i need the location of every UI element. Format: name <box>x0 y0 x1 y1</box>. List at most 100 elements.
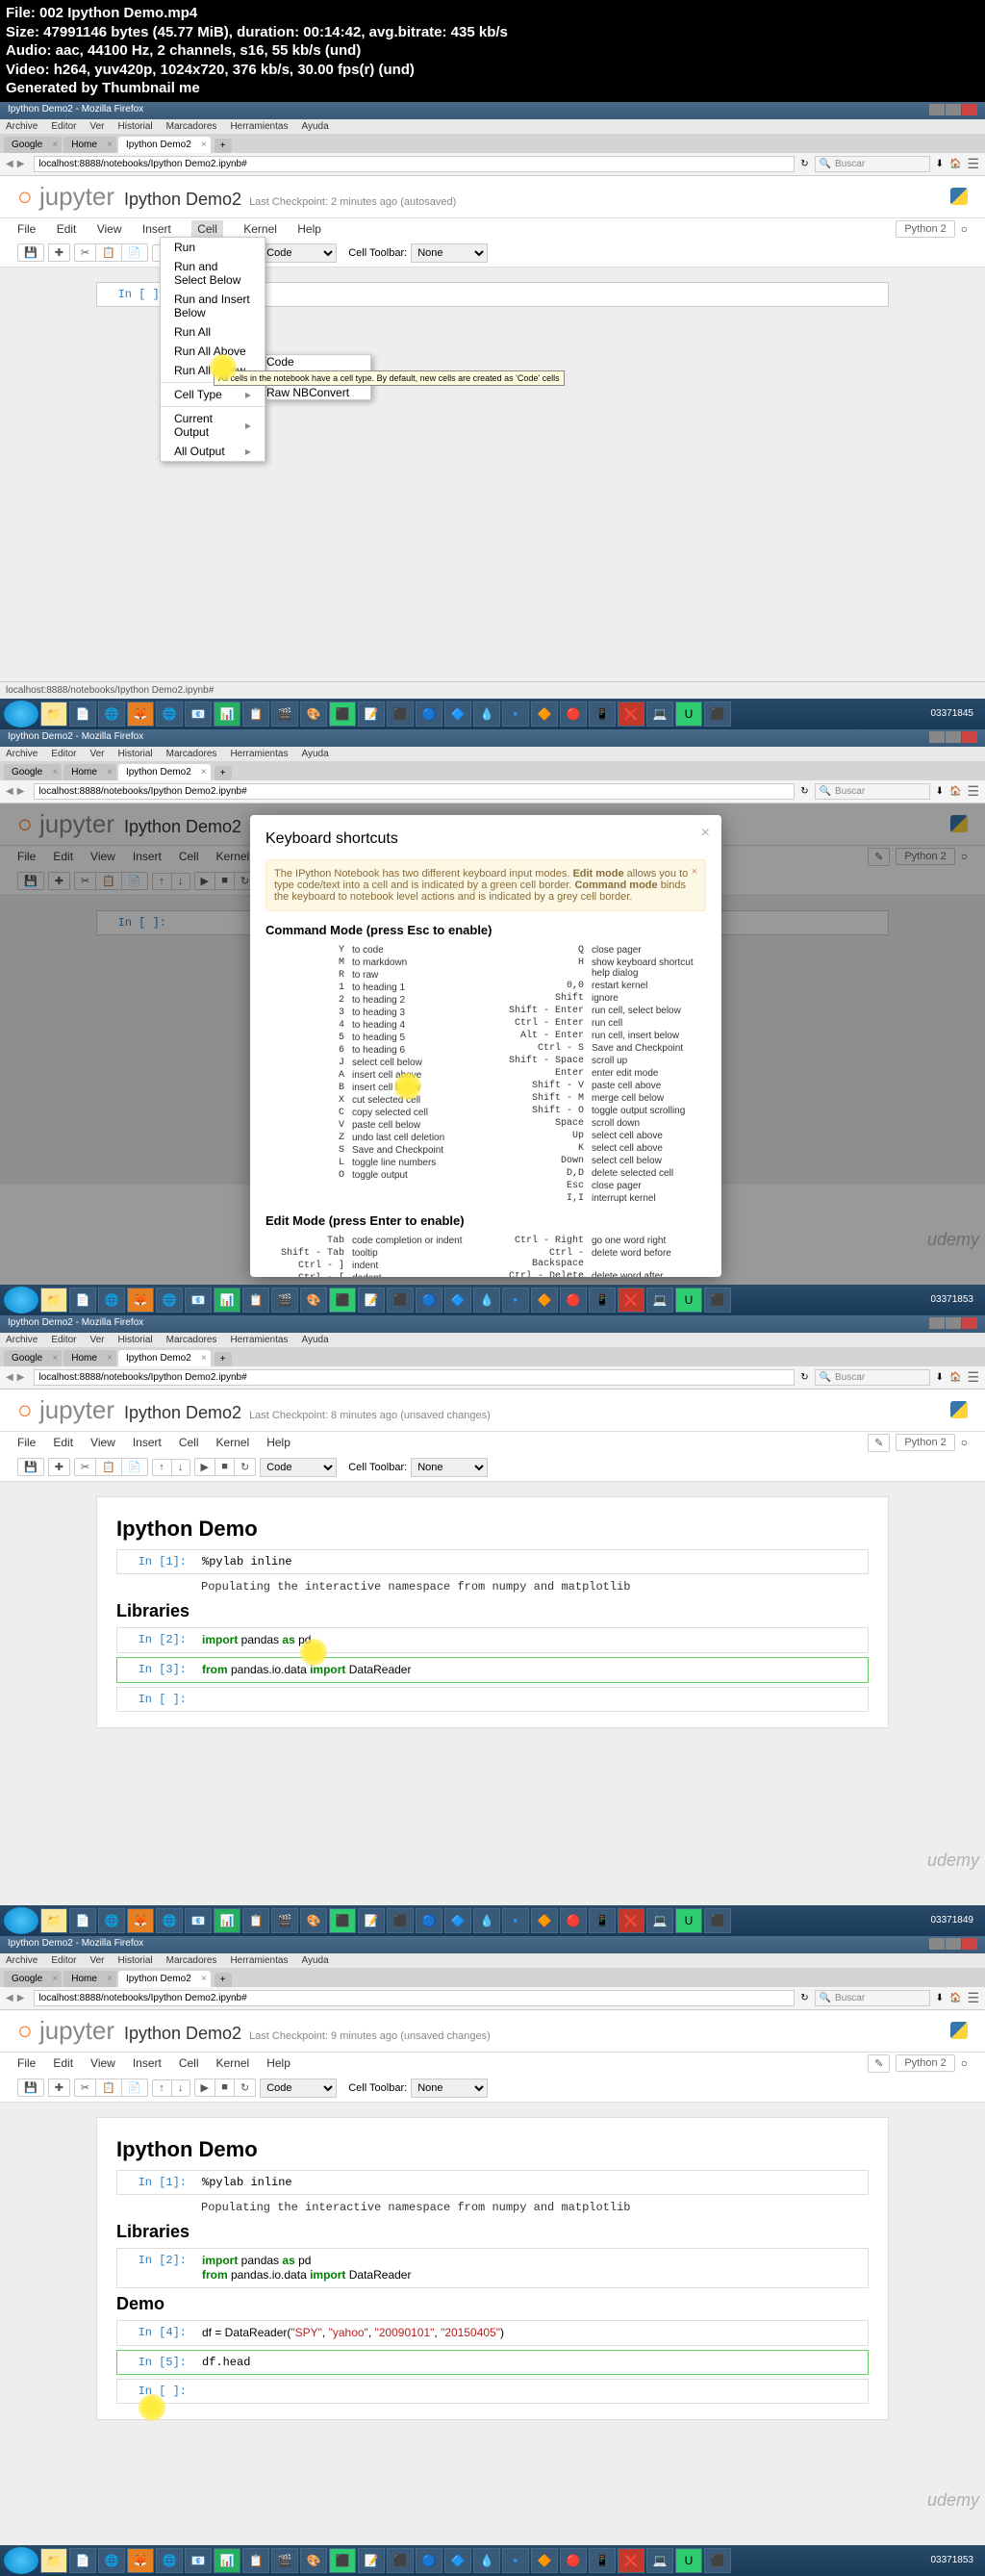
menu-run[interactable]: Run <box>161 238 265 257</box>
taskbar-item[interactable]: 🎨 <box>300 701 327 727</box>
taskbar-item[interactable]: 🔶 <box>531 701 558 727</box>
window-buttons[interactable] <box>928 104 977 117</box>
home-icon[interactable]: 🏠 <box>949 159 961 169</box>
code-cell[interactable]: In [1]:%pylab inline <box>116 2170 869 2195</box>
nav-arrows[interactable]: ◀▶ <box>6 159 28 169</box>
tab-notebook[interactable]: Ipython Demo2× <box>118 764 211 780</box>
menu-cell-type[interactable]: Cell Type▸ <box>161 385 265 404</box>
taskbar-item[interactable]: 📱 <box>589 701 616 727</box>
taskbar-item[interactable]: 📄 <box>69 701 96 727</box>
shortcut-row: Zundo last cell deletion <box>265 1133 467 1143</box>
paste-button[interactable]: 📄 <box>121 243 148 262</box>
new-tab-button[interactable]: + <box>215 766 232 780</box>
taskbar-item[interactable]: 🌐 <box>98 701 125 727</box>
code-cell[interactable]: In [4]:df = DataReader("SPY", "yahoo", "… <box>116 2320 869 2346</box>
window-titlebar: Ipython Demo2 - Mozilla Firefox <box>0 102 985 119</box>
shortcut-row: Shift - Otoggle output scrolling <box>505 1106 706 1116</box>
code-cell[interactable]: In [ ]: <box>116 2379 869 2404</box>
shortcut-row: Ctrl - Rightgo one word right <box>505 1236 706 1246</box>
shortcut-row: 2to heading 2 <box>265 995 467 1006</box>
copy-button[interactable]: 📋 <box>95 243 121 262</box>
taskbar-item[interactable]: 🌐 <box>156 701 183 727</box>
tab-google[interactable]: Google× <box>4 137 62 153</box>
add-cell-button[interactable]: ✚ <box>48 243 70 262</box>
taskbar: 📁 📄 🌐 🦊 🌐 📧 📊 📋 🎬 🎨 ⬛ 📝 ⬛ 🔵 🔷 💧 🔹 🔶 🔴 📱 … <box>0 699 985 729</box>
url-input[interactable] <box>34 783 795 800</box>
code-cell[interactable]: In [ ]: <box>116 1687 869 1712</box>
taskbar-item[interactable]: ⬛ <box>704 701 731 727</box>
taskbar-item[interactable]: 📊 <box>214 701 240 727</box>
taskbar-item[interactable]: 📋 <box>242 701 269 727</box>
shortcut-row: Shiftignore <box>505 993 706 1004</box>
taskbar-item[interactable]: 🔴 <box>560 701 587 727</box>
code-cell[interactable]: In [1]:%pylab inline <box>116 1549 869 1574</box>
taskbar-item[interactable]: 🎬 <box>271 701 298 727</box>
submenu-code[interactable]: Code <box>266 355 370 369</box>
tab-google[interactable]: Google× <box>4 764 62 780</box>
menu-run-insert-below[interactable]: Run and Insert Below <box>161 290 265 322</box>
browser-tabs: Google× Home× Ipython Demo2× + <box>0 761 985 780</box>
celltoolbar-select[interactable]: None <box>411 243 488 263</box>
menu-file[interactable]: File <box>17 222 36 236</box>
nb-title[interactable]: Ipython Demo2 <box>124 190 241 210</box>
close-icon[interactable]: × <box>701 825 710 842</box>
shortcut-row: Binsert cell below <box>265 1083 467 1093</box>
code-cell[interactable]: In [2]:import pandas as pdfrom pandas.io… <box>116 2248 869 2288</box>
code-cell[interactable]: In [2]:import pandas as pd <box>116 1627 869 1653</box>
taskbar-item[interactable]: U <box>675 701 702 727</box>
cut-button[interactable]: ✂ <box>74 243 95 262</box>
menu-all-output[interactable]: All Output▸ <box>161 442 265 461</box>
menu-view[interactable]: View <box>97 222 122 236</box>
taskbar-item[interactable]: ⬛ <box>329 701 356 727</box>
cell-input[interactable] <box>174 283 888 306</box>
taskbar-item[interactable]: 💧 <box>473 701 500 727</box>
taskbar-item[interactable]: 🔷 <box>444 701 471 727</box>
browser-menubar[interactable]: ArchiveEditorVerHistorialMarcadoresHerra… <box>0 119 985 134</box>
taskbar-item[interactable]: 🔹 <box>502 701 529 727</box>
menu-run-select-below[interactable]: Run and Select Below <box>161 257 265 290</box>
tab-notebook[interactable]: Ipython Demo2× <box>118 137 211 153</box>
menu-current-output[interactable]: Current Output▸ <box>161 409 265 442</box>
celltype-select[interactable]: Code <box>260 243 337 263</box>
taskbar-item[interactable]: 📧 <box>185 701 212 727</box>
taskbar-item[interactable]: 📝 <box>358 701 385 727</box>
menu-help[interactable]: Help <box>297 222 321 236</box>
url-input[interactable] <box>34 156 795 172</box>
taskbar-item[interactable]: ❌ <box>618 701 644 727</box>
taskbar-item[interactable]: 📁 <box>40 701 67 727</box>
meta-line: Generated by Thumbnail me <box>6 79 979 98</box>
taskbar-item[interactable]: 🔵 <box>416 701 442 727</box>
alert-close-icon[interactable]: × <box>692 866 697 878</box>
shortcut-row: 1to heading 1 <box>265 982 467 993</box>
url-bar: ◀▶ ↻ 🔍Buscar ⬇ 🏠 ☰ <box>0 153 985 176</box>
menu-edit[interactable]: Edit <box>57 222 77 236</box>
submenu-raw[interactable]: Raw NBConvert <box>266 386 370 399</box>
start-button[interactable] <box>4 701 38 727</box>
menu-run-all[interactable]: Run All <box>161 322 265 342</box>
tab-home[interactable]: Home× <box>63 137 116 153</box>
save-button[interactable]: 💾 <box>17 243 44 262</box>
download-icon[interactable]: ⬇ <box>936 159 944 169</box>
taskbar-item[interactable]: ⬛ <box>387 701 414 727</box>
code-cell-selected[interactable]: In [5]:df.head <box>116 2350 869 2375</box>
shortcut-row: Hshow keyboard shortcut help dialog <box>505 957 706 979</box>
close-icon[interactable]: × <box>107 140 113 150</box>
code-cell-selected[interactable]: In [3]:from pandas.io.data import DataRe… <box>116 1657 869 1683</box>
tab-home[interactable]: Home× <box>63 764 116 780</box>
reload-icon[interactable]: ↻ <box>800 159 808 169</box>
edit-mode-header: Edit Mode (press Enter to enable) <box>265 1213 706 1228</box>
close-icon[interactable]: × <box>201 140 207 150</box>
menu-cell[interactable]: Cell <box>191 220 223 238</box>
menu-insert[interactable]: Insert <box>142 222 171 236</box>
browser-menubar[interactable]: ArchiveEditorVerHistorialMarcadoresHerra… <box>0 747 985 761</box>
taskbar-item[interactable]: 💻 <box>646 701 673 727</box>
menu-kernel[interactable]: Kernel <box>243 222 277 236</box>
taskbar-item[interactable]: 🦊 <box>127 701 154 727</box>
jupyter-logo[interactable]: ○ jupyter <box>17 182 114 212</box>
close-icon[interactable]: × <box>52 140 58 150</box>
shortcut-row: Mto markdown <box>265 957 467 968</box>
new-tab-button[interactable]: + <box>215 139 232 153</box>
hamburger-icon[interactable]: ☰ <box>967 156 979 172</box>
search-box[interactable]: 🔍Buscar <box>815 156 930 172</box>
shortcut-row: SSave and Checkpoint <box>265 1145 467 1156</box>
